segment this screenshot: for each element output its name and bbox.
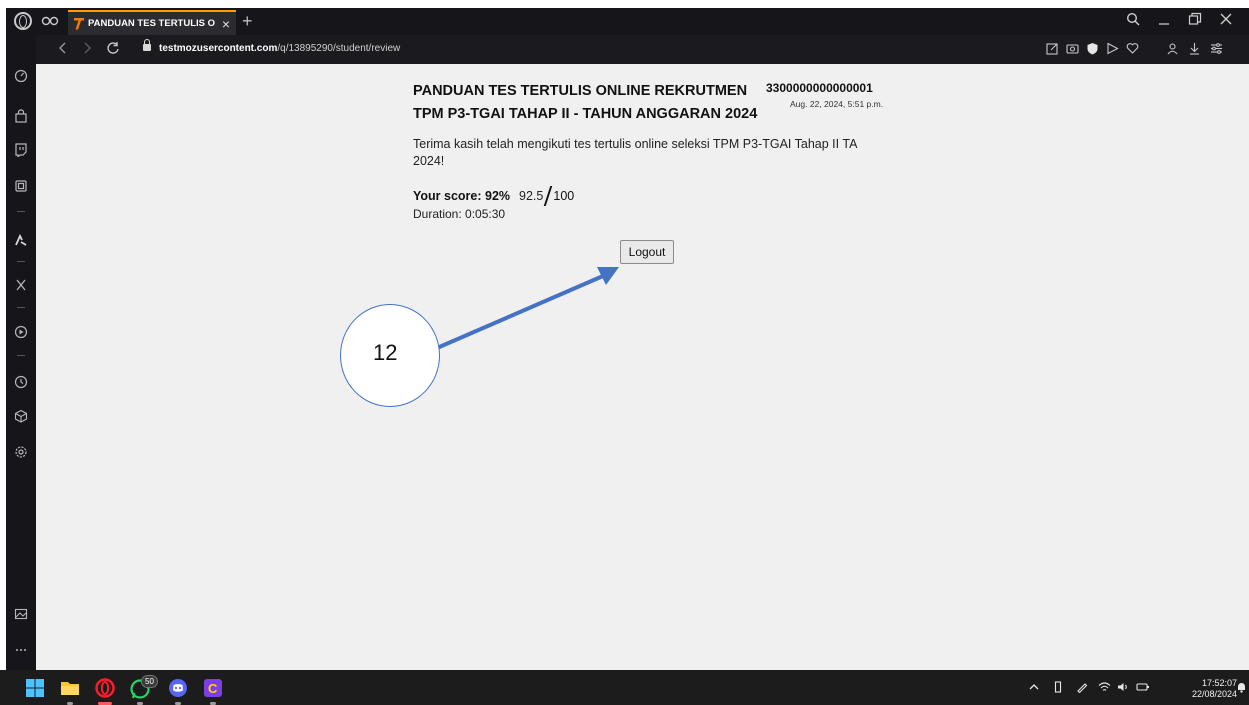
- thanks-message: Terima kasih telah mengikuti tes tertuli…: [413, 137, 857, 168]
- history-icon[interactable]: [6, 375, 36, 393]
- pdf-app-icon[interactable]: C: [203, 678, 223, 698]
- score-line: Your score: 92% 92.5 100: [413, 186, 574, 206]
- minimize-icon[interactable]: [1158, 12, 1170, 30]
- sidebar-divider: [17, 211, 25, 212]
- more-icon[interactable]: [6, 641, 36, 659]
- screen-top-margin: [0, 0, 1249, 8]
- x-twitter-icon[interactable]: [6, 278, 36, 296]
- tab-close-icon[interactable]: ×: [222, 16, 230, 32]
- sidebar-divider: [17, 307, 25, 308]
- shield-icon[interactable]: [1086, 42, 1099, 58]
- url-field[interactable]: testmozusercontent.com/q/13895290/studen…: [159, 43, 400, 54]
- score-divider: [544, 186, 553, 206]
- search-tabs-icon[interactable]: [1126, 12, 1140, 30]
- close-window-icon[interactable]: [1219, 12, 1233, 30]
- pen-icon[interactable]: [1076, 681, 1088, 696]
- twitch-icon[interactable]: [6, 143, 36, 161]
- testmoz-logo-icon: [74, 17, 84, 30]
- svg-text:C: C: [208, 681, 218, 696]
- tab-active[interactable]: PANDUAN TES TERTULIS O ×: [68, 10, 236, 35]
- browser-sidebar: [6, 35, 36, 670]
- tray-chevron-icon[interactable]: [1028, 681, 1040, 696]
- forward-icon[interactable]: [82, 41, 92, 58]
- discord-icon[interactable]: [168, 678, 188, 698]
- candidate-id: 3300000000000001: [766, 81, 873, 95]
- sidebar-divider: [17, 261, 25, 262]
- back-icon[interactable]: [58, 41, 68, 58]
- tab-title: PANDUAN TES TERTULIS O: [88, 18, 216, 29]
- download-icon[interactable]: [1188, 42, 1201, 58]
- score-label: Your score: 92%: [413, 189, 511, 203]
- easy-setup-icon[interactable]: [1210, 42, 1223, 58]
- snapshot-edit-icon[interactable]: [1046, 42, 1059, 58]
- tab-islands-icon[interactable]: [41, 13, 59, 29]
- box-icon[interactable]: [6, 409, 36, 427]
- taskbar-clock[interactable]: 17:52:07 22/08/2024: [1192, 678, 1237, 700]
- opera-menu-icon[interactable]: [14, 12, 32, 30]
- submitted-date: Aug. 22, 2024, 5:51 p.m.: [790, 99, 884, 109]
- annotation-number: 12: [373, 340, 398, 365]
- send-icon[interactable]: [1106, 42, 1119, 58]
- wallpaper-icon[interactable]: [6, 607, 36, 625]
- settings-icon[interactable]: [6, 445, 36, 463]
- page-title-line2: TPM P3-TGAI TAHAP II - TAHUN ANGGARAN 20…: [413, 106, 758, 122]
- usb-icon[interactable]: [1052, 681, 1064, 696]
- volume-icon[interactable]: [1117, 681, 1130, 696]
- battery-icon[interactable]: [1136, 681, 1150, 696]
- reload-icon[interactable]: [106, 41, 120, 58]
- windows-start-icon[interactable]: [25, 678, 45, 698]
- address-bar-row: testmozusercontent.com/q/13895290/studen…: [36, 35, 1249, 64]
- sidebar-divider: [17, 355, 25, 356]
- score-max: 100: [553, 189, 575, 203]
- file-explorer-icon[interactable]: [60, 678, 80, 698]
- profile-icon[interactable]: [1166, 42, 1179, 58]
- heart-icon[interactable]: [1126, 42, 1139, 58]
- speed-dial-icon[interactable]: [6, 69, 36, 87]
- browser-titlebar: PANDUAN TES TERTULIS O × +: [6, 8, 1249, 35]
- logout-button[interactable]: Logout: [620, 240, 674, 264]
- score-points: 92.5: [519, 189, 544, 203]
- clock-time: 17:52:07: [1202, 678, 1238, 688]
- restore-icon[interactable]: [1188, 12, 1202, 30]
- camera-icon[interactable]: [1066, 42, 1079, 58]
- new-tab-button[interactable]: +: [242, 11, 253, 31]
- lock-icon[interactable]: [143, 39, 151, 51]
- whatsapp-badge: 50: [141, 675, 158, 688]
- page-title-line1: PANDUAN TES TERTULIS ONLINE REKRUTMEN: [413, 83, 748, 99]
- opera-icon[interactable]: [95, 678, 115, 698]
- notification-bell-icon[interactable]: [1236, 681, 1247, 696]
- extensions-icon[interactable]: [6, 179, 36, 197]
- duration: Duration: 0:05:30: [413, 207, 506, 221]
- windows-taskbar: 50 C 17:52:07 22/08/2024: [0, 670, 1249, 705]
- aria-icon[interactable]: [6, 233, 36, 251]
- shopping-bag-icon[interactable]: [6, 109, 36, 127]
- player-icon[interactable]: [6, 325, 36, 343]
- wifi-icon[interactable]: [1098, 681, 1111, 696]
- clock-date: 22/08/2024: [1192, 689, 1238, 699]
- page-title: PANDUAN TES TERTULIS ONLINE REKRUTMEN TP…: [413, 80, 763, 126]
